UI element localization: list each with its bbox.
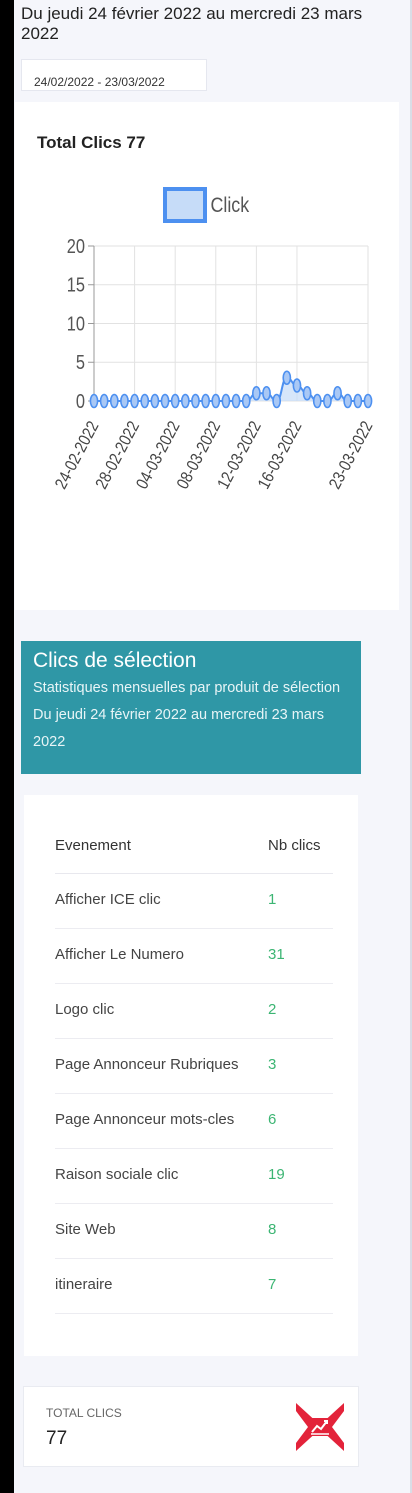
row-value: 3	[268, 1056, 277, 1073]
header-event: Evenement	[55, 837, 131, 854]
data-point	[150, 393, 160, 409]
date-range-picker[interactable]: 24/02/2022 - 23/03/2022	[21, 59, 207, 91]
row-value: 6	[268, 1111, 277, 1128]
total-clicks-value: 77	[46, 1428, 68, 1449]
data-point	[251, 385, 261, 401]
row-name: Page Annonceur mots-cles	[55, 1111, 235, 1128]
row-value: 31	[268, 946, 285, 963]
data-point	[120, 393, 129, 409]
table-row: Afficher ICE clic 1	[55, 873, 333, 929]
data-point	[282, 370, 292, 386]
row-name: Page Annonceur Rubriques	[55, 1056, 239, 1073]
row-name: Site Web	[55, 1221, 116, 1238]
table-row: Logo clic 2	[55, 983, 333, 1039]
y-tick-label: 15	[67, 273, 85, 296]
legend-label: Click	[211, 194, 250, 218]
data-point	[221, 393, 231, 409]
data-point	[180, 393, 190, 409]
clicks-table: Evenement Nb clics Afficher ICE clic 1 Af…	[24, 795, 358, 1356]
row-name: Raison sociale clic	[55, 1166, 179, 1183]
table-row: Page Annonceur mots-cles 6	[55, 1093, 333, 1149]
data-point	[333, 385, 342, 401]
data-point	[312, 393, 322, 409]
selection-title: Clics de sélection	[33, 649, 197, 672]
data-point	[353, 393, 363, 409]
data-point	[292, 378, 302, 393]
data-point	[140, 393, 150, 409]
x-tick-label: 23-03-2022	[326, 418, 377, 492]
row-name: Afficher Le Numero	[55, 946, 184, 963]
table-row: Page Annonceur Rubriques 3	[55, 1038, 333, 1094]
row-value: 7	[268, 1276, 277, 1293]
total-clicks-label: TOTAL CLICS	[46, 1406, 122, 1420]
data-point	[99, 393, 109, 409]
row-value: 2	[268, 1001, 277, 1018]
chart-card: Total Clics 77 0 5 10 15 20 24-02-2022 28-02-2…	[15, 102, 399, 610]
data-point	[302, 385, 312, 401]
data-point	[241, 393, 251, 409]
table-row: Afficher Le Numero 31	[55, 928, 333, 984]
row-value: 1	[268, 891, 277, 908]
table-row: itineraire 7	[55, 1258, 333, 1314]
data-point	[160, 393, 170, 409]
data-point	[170, 393, 180, 409]
selection-banner: Clics de sélection Statistiques mensuell…	[21, 641, 361, 774]
table-row: Raison sociale clic 19	[55, 1148, 333, 1204]
table-header: Evenement Nb clics	[55, 837, 333, 874]
data-point	[272, 393, 282, 409]
y-tick-label: 0	[76, 389, 85, 412]
selection-subtitle: Statistiques mensuelles par produit de s…	[33, 680, 341, 750]
data-point	[191, 393, 200, 409]
data-point	[262, 385, 271, 401]
y-tick-label: 20	[67, 234, 85, 257]
header-clicks: Nb clics	[268, 837, 321, 854]
data-point	[363, 393, 373, 409]
table-row: Site Web 8	[55, 1203, 333, 1259]
data-point	[231, 393, 241, 409]
data-point	[323, 393, 332, 409]
row-value: 8	[268, 1221, 277, 1238]
data-point	[109, 393, 119, 409]
row-name: itineraire	[55, 1276, 113, 1293]
data-point	[201, 393, 211, 409]
total-clicks-card: TOTAL CLICS 77	[23, 1386, 359, 1467]
data-point	[343, 393, 353, 409]
data-point	[211, 393, 221, 409]
left-edge	[0, 0, 14, 1493]
row-value: 19	[268, 1166, 285, 1183]
y-tick-label: 5	[76, 351, 85, 374]
row-name: Logo clic	[55, 1001, 115, 1018]
row-name: Afficher ICE clic	[55, 891, 161, 908]
click-line-chart: 0510152024-02-202228-02-202204-03-202208…	[52, 187, 377, 492]
legend-swatch	[163, 187, 207, 223]
period-title: Du jeudi 24 février 2022 au mercredi 23 …	[21, 4, 363, 43]
y-tick-label: 10	[67, 312, 85, 335]
data-point	[130, 393, 139, 409]
trending-chart-icon	[296, 1403, 344, 1451]
data-point	[89, 393, 99, 409]
